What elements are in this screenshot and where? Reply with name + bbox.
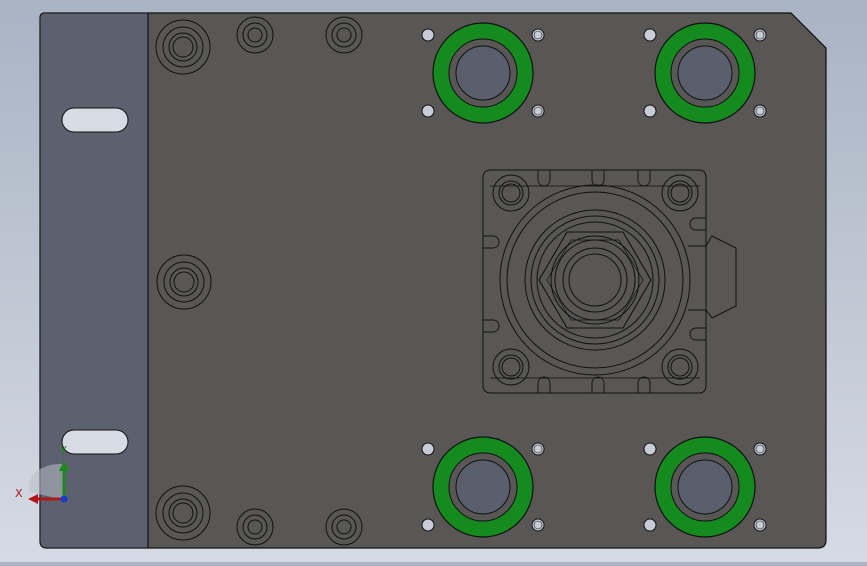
plate-drawing: X Y <box>15 12 827 549</box>
bushing-3 <box>432 436 534 538</box>
bushing-1 <box>432 22 534 124</box>
slot-bottom <box>61 429 129 455</box>
bolt-hole <box>643 442 657 456</box>
bolt-hole <box>643 518 657 532</box>
bushing-bore <box>677 45 733 101</box>
slot-top <box>61 107 129 133</box>
bolt-hole <box>421 28 435 42</box>
bolt-hole <box>753 104 767 118</box>
bolt-hole <box>531 28 545 42</box>
bolt-hole <box>753 442 767 456</box>
bushing-bore <box>677 459 733 515</box>
cad-viewport[interactable]: X Y <box>0 0 867 562</box>
y-axis-label: Y <box>59 444 67 457</box>
bushing-2 <box>654 22 756 124</box>
bolt-hole <box>643 28 657 42</box>
bushing-bore <box>455 459 511 515</box>
bolt-hole <box>753 518 767 532</box>
bolt-hole <box>531 104 545 118</box>
bolt-hole <box>531 442 545 456</box>
bolt-hole <box>643 104 657 118</box>
bushing-4 <box>654 436 756 538</box>
bolt-hole <box>421 442 435 456</box>
bolt-hole <box>421 518 435 532</box>
bushing-bore <box>455 45 511 101</box>
x-axis-label: X <box>15 487 23 500</box>
bolt-hole <box>753 28 767 42</box>
bolt-hole <box>421 104 435 118</box>
bolt-hole <box>531 518 545 532</box>
